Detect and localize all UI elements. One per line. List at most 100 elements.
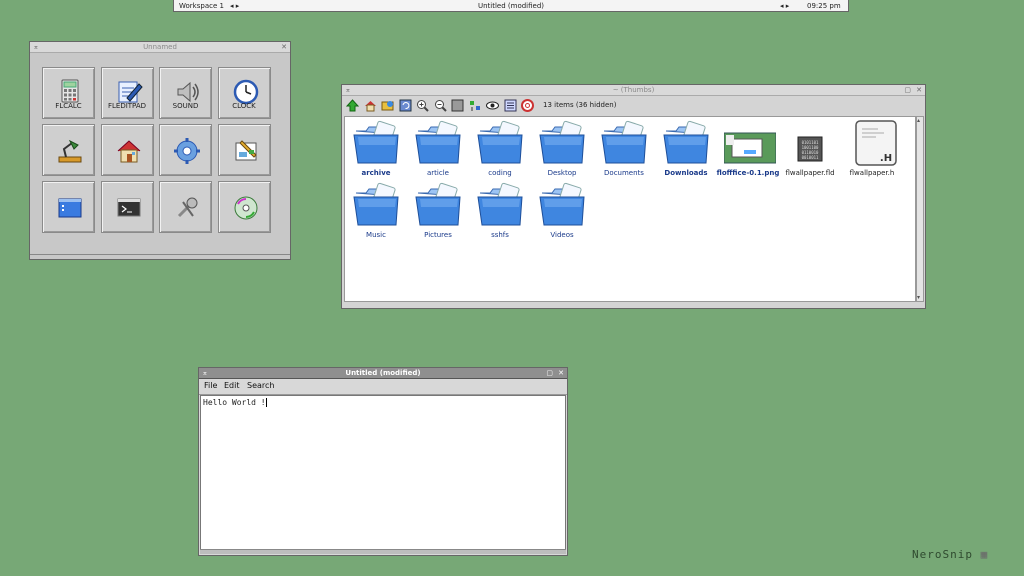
menu-edit[interactable]: Edit [224,381,240,390]
editor-titlebar[interactable]: ⌅ Untitled (modified) ▢ ✕ [199,368,567,379]
desk-lamp-icon [58,139,82,163]
launcher-button-network-gear[interactable] [159,124,212,176]
maximize-icon[interactable]: ▢ [546,368,553,378]
launcher-titlebar[interactable]: ⌅ Unnamed ✕ [30,42,290,53]
clock-label: 09:25 pm [807,2,841,10]
folder-icon [415,120,461,164]
camera-icon: ▦ [980,548,989,561]
scroll-down-icon[interactable]: ▾ [917,294,920,301]
watermark-text: NeroSnip [912,548,973,561]
launcher-button-flcalc[interactable]: FLCALC [42,67,95,119]
launcher-bottom-border [30,254,290,257]
folder-item[interactable]: Videos [532,181,592,239]
launcher-button-label: FLEDITPAD [107,102,147,110]
folder-item[interactable]: coding [470,119,530,177]
file-view[interactable]: archive article coding Desktop Documents Down… [344,116,916,302]
eye-icon[interactable] [486,99,499,112]
launcher-title: Unnamed [143,43,177,51]
launcher-button-disc[interactable] [217,181,271,233]
desktop-window-icon [58,198,82,218]
sort-icon[interactable] [469,99,482,112]
launcher-button-desk-lamp[interactable] [42,124,95,176]
folder-icon [539,182,585,226]
image-thumbnail-icon [723,132,777,164]
launcher-button-desktop-window[interactable] [42,181,95,233]
terminal-icon [117,198,140,217]
vertical-scrollbar[interactable]: ▴ ▾ [916,116,924,302]
zoom-out-icon[interactable] [434,99,447,112]
favorites-icon[interactable] [381,99,394,112]
home-icon[interactable] [364,99,377,112]
file-item[interactable]: 0101101 1001100 0110010 0010011 flwallpaper.… [780,119,840,177]
close-icon[interactable]: ✕ [558,368,564,378]
scroll-up-icon[interactable]: ▴ [917,117,920,124]
item-count-status: 13 items (36 hidden) [543,101,617,109]
header-file-icon: .H [855,120,897,166]
editor-content: Hello World ! [203,398,266,407]
launcher-button-home[interactable] [100,124,154,176]
folder-item[interactable]: Downloads [656,119,716,177]
folder-item[interactable]: article [408,119,468,177]
folder-icon [353,182,399,226]
folder-icon [539,120,585,164]
file-item[interactable]: flofffice-0.1.png [717,119,779,177]
editor-title: Untitled (modified) [345,369,421,377]
launcher-button-paint[interactable] [217,124,271,176]
launcher-button-tools[interactable] [159,181,212,233]
text-area[interactable]: Hello World ! [200,395,566,550]
folder-icon [601,120,647,164]
folder-item[interactable]: Documents [594,119,654,177]
item-name: flwallpaper.h [849,169,895,177]
zoom-in-icon[interactable] [416,99,429,112]
paint-icon [235,140,257,161]
up-arrow-icon[interactable] [345,99,360,112]
launcher-button-clock[interactable]: CLOCK [217,67,271,119]
launcher-window: ⌅ Unnamed ✕ FLCALC FLEDITPAD SOUND CLOCK [29,41,291,260]
help-icon[interactable] [521,99,534,112]
maximize-icon[interactable]: ▢ [904,85,911,95]
folder-icon [477,182,523,226]
refresh-icon[interactable] [399,99,412,112]
horizontal-scrollbar[interactable] [200,549,566,554]
menu-bar: File Edit Search [199,379,567,395]
svg-text:0010011: 0010011 [802,155,819,160]
disc-icon [234,196,257,220]
launcher-button-label: SOUND [172,102,199,110]
list-icon[interactable] [504,99,517,112]
menu-search[interactable]: Search [247,381,274,390]
folder-item[interactable]: Music [346,181,406,239]
folder-item[interactable]: Desktop [532,119,592,177]
close-icon[interactable]: ✕ [281,42,287,52]
menu-file[interactable]: File [204,381,217,390]
launcher-button-fleditpad[interactable]: FLEDITPAD [100,67,154,119]
launcher-button-sound[interactable]: SOUND [159,67,212,119]
folder-item[interactable]: sshfs [470,181,530,239]
taskbar-window-title[interactable]: Untitled (modified) [174,1,848,11]
taskbar: Workspace 1 ◂ ▸ Untitled (modified) ◂ ▸ … [173,0,849,12]
tools-icon [177,197,198,218]
folder-icon [663,120,709,164]
home-icon [117,140,140,163]
launcher-button-terminal[interactable] [100,181,154,233]
binary-file-icon: 0101101100110001100100010011 [797,136,823,162]
svg-text:.H: .H [880,153,892,164]
file-item[interactable]: .H flwallpaper.h [842,119,902,177]
folder-item[interactable]: archive [346,119,406,177]
file-manager-titlebar[interactable]: ⌅ ~ (Thumbs) ▢ ✕ [342,85,925,96]
item-name: Videos [550,231,574,239]
taskbar-arrows[interactable]: ◂ ▸ [780,1,789,11]
view-icon[interactable] [451,99,464,112]
folder-item[interactable]: Pictures [408,181,468,239]
close-icon[interactable]: ✕ [916,85,922,95]
file-manager-title: ~ (Thumbs) [612,86,655,94]
text-cursor [265,398,267,407]
folder-icon [477,120,523,164]
folder-icon [353,120,399,164]
editor-window: ⌅ Untitled (modified) ▢ ✕ File Edit Sear… [198,367,568,556]
folder-icon [415,182,461,226]
file-manager-window: ⌅ ~ (Thumbs) ▢ ✕ 13 items (36 hidden) ar… [341,84,926,309]
launcher-button-label: FLCALC [55,102,82,110]
network-gear-icon [174,138,200,164]
launcher-button-label: CLOCK [232,102,256,110]
watermark: NeroSnip ▦ [912,548,988,561]
